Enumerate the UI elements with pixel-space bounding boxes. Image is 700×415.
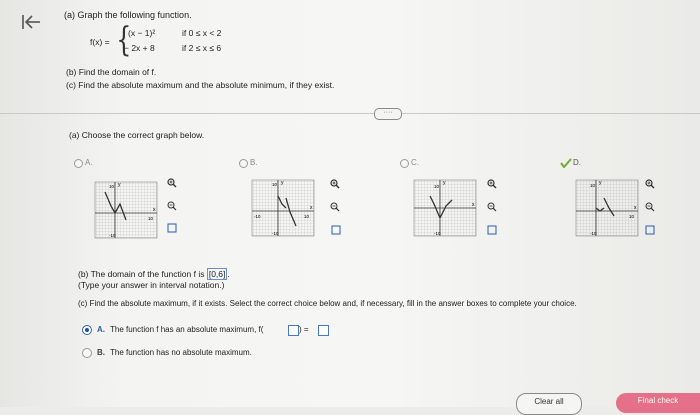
part-a-question: (a) Choose the correct graph below. xyxy=(69,130,205,140)
option-b-radio[interactable] xyxy=(239,159,248,168)
option-b-letter: B. xyxy=(97,348,105,357)
graph-d[interactable]: y x 10 10 -10 xyxy=(574,178,640,238)
option-b-radio-part-c[interactable] xyxy=(82,348,92,358)
graph-d-ymax: 10 xyxy=(590,183,596,188)
option-b-text: The function has no absolute maximum. xyxy=(110,348,252,357)
option-a-letter: A. xyxy=(97,325,105,334)
zoom-out-icon[interactable] xyxy=(487,202,497,212)
enlarge-icon[interactable] xyxy=(167,223,177,233)
graph-b-xmin: -10 xyxy=(254,214,261,219)
max-x-input[interactable] xyxy=(288,325,299,336)
zoom-out-icon[interactable] xyxy=(645,202,655,212)
part-c-question: (c) Find the absolute maximum and the ab… xyxy=(66,80,335,90)
part-b-question: (b) Find the domain of f. xyxy=(66,67,157,77)
option-a-label: A. xyxy=(85,158,93,167)
max-value-input[interactable] xyxy=(318,325,329,336)
graph-c-ymax: 10 xyxy=(434,184,440,189)
graph-d-ymin: -10 xyxy=(590,231,597,236)
part-b-answer: (b) The domain of the function f is [0,6… xyxy=(78,268,230,280)
part-b-answer-suffix: . xyxy=(227,269,230,279)
piece1-condition: if 0 ≤ x < 2 xyxy=(182,28,222,38)
zoom-in-icon[interactable] xyxy=(167,178,177,188)
graph-a-plot: y x 10 10 -10 xyxy=(94,181,158,239)
domain-answer-field[interactable]: [0,6] xyxy=(206,268,228,280)
piece2-expression: − 2x + 8 xyxy=(124,43,155,53)
first-page-icon[interactable] xyxy=(20,12,42,32)
graph-c[interactable]: y x 10 -10 xyxy=(412,178,478,238)
function-name: f(x) = xyxy=(90,37,110,47)
zoom-out-icon[interactable] xyxy=(167,201,177,211)
graph-d-plot: y x 10 10 -10 xyxy=(575,179,639,237)
option-a-radio[interactable] xyxy=(74,159,83,168)
piece1-expression: (x − 1)² xyxy=(128,28,156,38)
checkmark-icon xyxy=(560,158,572,168)
final-check-button[interactable]: Final check xyxy=(616,393,700,413)
graph-a[interactable]: y x 10 10 -10 xyxy=(93,180,159,240)
enlarge-icon[interactable] xyxy=(645,225,655,235)
problem-title: (a) Graph the following function. xyxy=(64,10,192,20)
zoom-out-icon[interactable] xyxy=(330,202,340,212)
clear-all-button[interactable]: Clear all xyxy=(516,393,582,415)
part-b-answer-prefix: (b) The domain of the function f is xyxy=(78,269,205,279)
option-c-radio[interactable] xyxy=(400,159,409,168)
option-d-label: D. xyxy=(573,158,581,167)
graph-b-ymax: 10 xyxy=(272,182,278,187)
enlarge-icon[interactable] xyxy=(331,225,341,235)
option-b-label: B. xyxy=(250,158,258,167)
graph-b[interactable]: y x 10 -10 10 -10 xyxy=(250,178,316,238)
graph-d-xmax: 10 xyxy=(629,214,635,219)
graph-a-ymax: 10 xyxy=(109,184,115,189)
enlarge-icon[interactable] xyxy=(487,225,497,235)
zoom-in-icon[interactable] xyxy=(487,179,497,189)
option-c-label: C. xyxy=(411,158,419,167)
graph-b-xmax: 10 xyxy=(304,214,310,219)
graph-a-xmax: 10 xyxy=(148,216,154,221)
graph-b-plot: y x 10 -10 10 -10 xyxy=(251,179,315,237)
graph-a-ymin: -10 xyxy=(109,233,116,238)
graph-b-ymin: -10 xyxy=(272,231,279,236)
graph-c-plot: y x 10 -10 xyxy=(413,179,477,237)
zoom-in-icon[interactable] xyxy=(330,179,340,189)
part-b-hint: (Type your answer in interval notation.) xyxy=(78,280,225,290)
part-c-instruction: (c) Find the absolute maximum, if it exi… xyxy=(78,299,577,308)
option-a-mid: ) = xyxy=(299,325,309,334)
zoom-in-icon[interactable] xyxy=(645,179,655,189)
question-page: (a) Graph the following function. f(x) =… xyxy=(0,0,700,415)
more-button[interactable]: ···· xyxy=(374,108,402,120)
graph-c-ymin: -10 xyxy=(434,231,441,236)
option-a-text: The function f has an absolute maximum, … xyxy=(110,325,263,334)
piece2-condition: if 2 ≤ x ≤ 6 xyxy=(182,43,222,53)
option-a-text-start: The function f has an absolute maximum, … xyxy=(110,325,264,334)
option-a-radio-part-c[interactable] xyxy=(82,325,92,335)
section-divider xyxy=(0,113,700,114)
